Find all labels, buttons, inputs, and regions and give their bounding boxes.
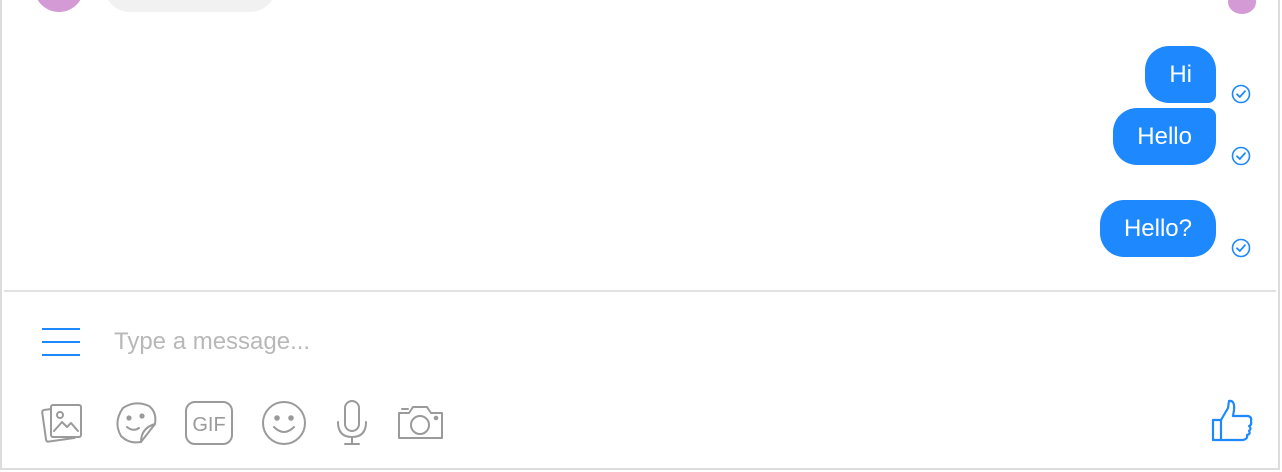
check-circle-icon [1231,84,1251,104]
chat-window: Hi Hello Hello? Type a message... GIF [0,0,1280,470]
emoji-icon[interactable] [259,398,309,448]
gif-label: GIF [192,414,225,436]
contact-avatar[interactable] [34,0,84,12]
read-receipt-avatar [1228,0,1256,14]
message-text: Hi [1169,61,1192,88]
microphone-icon[interactable] [327,398,377,448]
outgoing-message[interactable]: Hello? [1099,200,1216,257]
outgoing-message[interactable]: Hello [1113,108,1216,165]
hamburger-menu-icon[interactable] [42,328,82,356]
message-input[interactable] [114,322,1014,362]
outgoing-message[interactable]: Hi [1145,46,1216,103]
camera-icon[interactable] [396,398,446,448]
composer-divider [4,290,1276,292]
incoming-message-bubble [104,0,276,12]
message-text: Hello? [1123,215,1192,242]
thumbs-up-icon[interactable] [1208,396,1256,444]
check-circle-icon [1231,146,1251,166]
message-text: Hello [1137,123,1192,150]
image-icon[interactable] [38,398,88,448]
check-circle-icon [1231,238,1251,258]
sticker-icon[interactable] [111,398,161,448]
gif-icon[interactable]: GIF [184,398,234,448]
